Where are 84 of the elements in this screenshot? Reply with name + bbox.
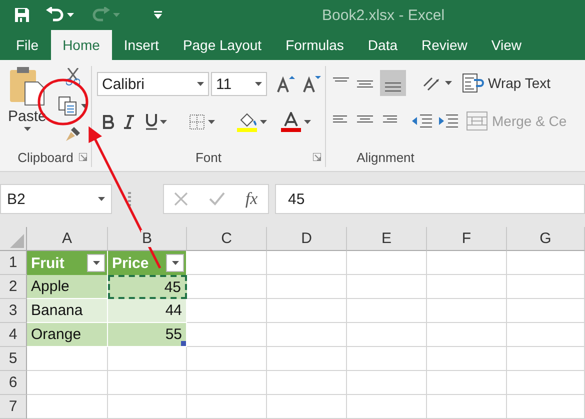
ribbon-tab[interactable]: Home (50, 30, 112, 60)
caret-icon (445, 81, 452, 85)
column-header[interactable]: F (427, 227, 507, 251)
caret-icon (24, 127, 31, 131)
fill-color-icon[interactable] (237, 112, 257, 132)
save-icon[interactable] (14, 7, 30, 23)
column-header[interactable]: D (267, 227, 347, 251)
insert-function-button[interactable]: fx (245, 189, 258, 209)
fill-handle[interactable] (181, 341, 186, 346)
ribbon-tab[interactable]: Formulas (274, 30, 356, 60)
italic-icon[interactable] (124, 115, 134, 129)
borders-icon[interactable] (189, 114, 205, 130)
group-label: Alignment (356, 150, 414, 165)
ribbon-tab[interactable]: Page Layout (170, 30, 274, 60)
caret-icon (260, 120, 267, 124)
row-header[interactable]: 7 (0, 395, 27, 419)
copy-icon (58, 96, 78, 116)
column-header[interactable]: E (347, 227, 427, 251)
group-label: Font (195, 150, 222, 165)
table-cell: 44 (108, 299, 187, 323)
table-header-cell: Fruit (27, 251, 108, 275)
filter-button[interactable] (166, 254, 184, 272)
format-painter-icon[interactable] (65, 126, 82, 142)
caret-icon (172, 261, 178, 265)
grow-font-icon[interactable] (277, 75, 295, 93)
shrink-font-icon[interactable] (303, 75, 321, 93)
ribbon-tab[interactable]: File (4, 30, 51, 60)
row-header[interactable]: 3 (0, 299, 27, 323)
ribbon-tab[interactable]: Insert (112, 30, 171, 60)
row-header[interactable]: 6 (0, 371, 27, 395)
row-header[interactable]: 5 (0, 347, 27, 371)
caret-icon (208, 120, 215, 124)
dialog-launcher-icon[interactable] (313, 153, 321, 161)
formula-field[interactable]: 45 (275, 184, 585, 214)
caret-icon (67, 13, 74, 17)
table-cell: Orange (27, 323, 108, 347)
row-header[interactable]: 2 (0, 275, 27, 299)
table-cell: 55 (108, 323, 187, 347)
grip-icon (128, 192, 131, 206)
font-name-field[interactable]: Calibri (97, 72, 209, 96)
increase-indent-icon[interactable] (438, 113, 458, 129)
select-all-corner[interactable] (0, 227, 27, 251)
scissors-icon[interactable] (66, 68, 80, 86)
row-header[interactable]: 4 (0, 323, 27, 347)
caret-icon (197, 82, 204, 86)
caret-icon (92, 261, 100, 265)
table-header-cell: Price (108, 251, 187, 275)
caret-icon (98, 197, 105, 201)
customize-icon[interactable] (154, 11, 162, 19)
table-cell: 45 (108, 275, 187, 299)
check-icon[interactable] (208, 192, 225, 206)
ribbon-tab[interactable]: View (479, 30, 534, 60)
dialog-launcher-icon[interactable] (79, 153, 87, 161)
row-header[interactable]: 1 (0, 251, 27, 275)
column-header[interactable]: B (108, 227, 187, 251)
caret-icon (81, 104, 88, 108)
merge-cells-icon (466, 110, 488, 132)
name-box[interactable]: B2 (0, 184, 112, 214)
clipboard-icon (9, 66, 46, 106)
table-cell: Banana (27, 299, 108, 323)
wrap-text-button[interactable]: Wrap Text (460, 70, 553, 96)
caret-icon (304, 120, 311, 124)
filter-button[interactable] (87, 254, 105, 272)
decrease-indent-icon[interactable] (412, 113, 432, 129)
caret-icon (160, 120, 167, 124)
caret-icon (113, 13, 120, 17)
wrap-text-icon (462, 72, 484, 94)
group-label: Clipboard (18, 150, 74, 165)
font-color-icon[interactable] (281, 112, 301, 132)
caret-icon (255, 82, 262, 86)
cancel-icon[interactable] (174, 192, 188, 206)
ribbon-tab[interactable]: Data (356, 30, 410, 60)
bold-icon[interactable] (103, 115, 114, 129)
underline-icon[interactable] (146, 114, 157, 130)
corner-triangle-icon (10, 234, 24, 248)
column-header[interactable]: G (507, 227, 585, 251)
bottom-align-icon[interactable] (380, 70, 406, 96)
window-title: Book2.xlsx - Excel (322, 7, 445, 24)
column-header[interactable]: C (187, 227, 267, 251)
undo-icon[interactable] (46, 7, 64, 23)
ribbon-tab[interactable]: Review (410, 30, 480, 60)
table-cell: Apple (27, 275, 108, 299)
column-header[interactable]: A (27, 227, 108, 251)
font-size-field[interactable]: 11 (211, 72, 267, 96)
